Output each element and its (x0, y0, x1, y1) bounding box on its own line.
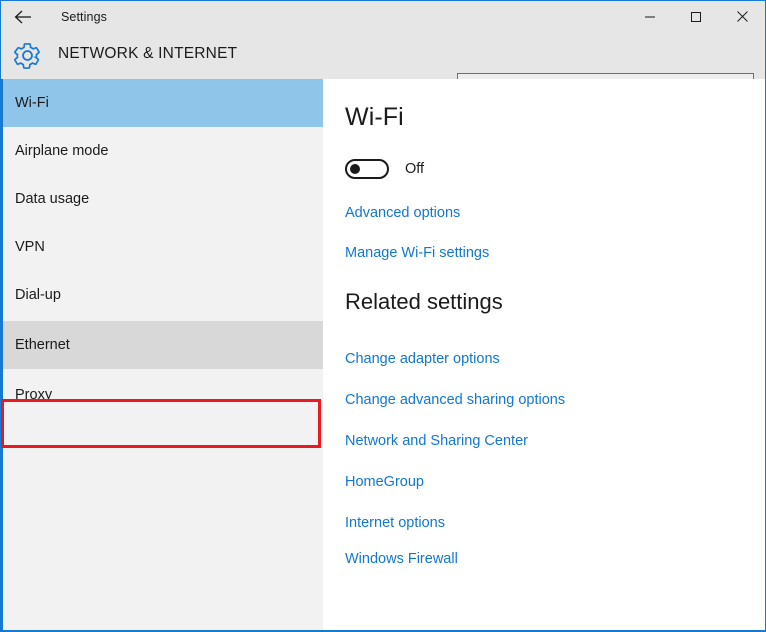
page-title: NETWORK & INTERNET (58, 45, 237, 63)
link-manage-wifi-settings[interactable]: Manage Wi-Fi settings (345, 245, 489, 261)
sidebar-item-data-usage[interactable]: Data usage (3, 175, 323, 223)
sidebar-item-label: VPN (15, 239, 45, 255)
content-area: Wi-Fi Airplane mode Data usage VPN Dial-… (1, 79, 765, 631)
sidebar-item-label: Dial-up (15, 287, 61, 303)
sidebar-item-proxy[interactable]: Proxy (3, 371, 323, 419)
link-windows-firewall[interactable]: Windows Firewall (345, 551, 458, 567)
wifi-toggle-switch[interactable] (345, 159, 389, 179)
wifi-toggle-state: Off (405, 161, 424, 177)
maximize-button[interactable] (673, 1, 719, 32)
gear-icon (13, 41, 42, 70)
sidebar-item-label: Ethernet (15, 337, 70, 353)
sidebar-item-vpn[interactable]: VPN (3, 223, 323, 271)
link-homegroup[interactable]: HomeGroup (345, 474, 424, 490)
wifi-toggle-row: Off (345, 159, 424, 179)
back-arrow-icon (14, 10, 33, 24)
pane-title: Wi-Fi (345, 103, 404, 132)
sidebar-item-airplane-mode[interactable]: Airplane mode (3, 127, 323, 175)
sidebar-item-label: Data usage (15, 191, 89, 207)
link-advanced-options[interactable]: Advanced options (345, 205, 460, 221)
window-title: Settings (61, 10, 107, 24)
settings-detail-pane: Wi-Fi Off Advanced options Manage Wi-Fi … (323, 79, 765, 631)
toggle-knob (350, 164, 360, 174)
link-network-and-sharing-center[interactable]: Network and Sharing Center (345, 433, 528, 449)
sidebar-item-label: Airplane mode (15, 143, 109, 159)
window-controls (627, 1, 765, 32)
related-settings-heading: Related settings (345, 289, 503, 315)
sidebar-item-label: Wi-Fi (15, 95, 49, 111)
link-change-advanced-sharing-options[interactable]: Change advanced sharing options (345, 392, 565, 408)
back-button[interactable] (1, 1, 45, 32)
maximize-icon (690, 11, 702, 23)
sidebar-item-label: Proxy (15, 387, 52, 403)
sidebar-item-wi-fi[interactable]: Wi-Fi (3, 79, 323, 127)
category-header-bar: NETWORK & INTERNET (1, 32, 765, 79)
settings-window: Settings (0, 0, 766, 632)
close-icon (736, 10, 749, 23)
link-change-adapter-options[interactable]: Change adapter options (345, 351, 500, 367)
close-button[interactable] (719, 1, 765, 32)
title-bar: Settings (1, 1, 765, 32)
settings-sidebar: Wi-Fi Airplane mode Data usage VPN Dial-… (3, 79, 323, 631)
sidebar-item-dial-up[interactable]: Dial-up (3, 271, 323, 319)
link-internet-options[interactable]: Internet options (345, 515, 445, 531)
minimize-icon (644, 11, 656, 23)
window-bottom-border (1, 630, 765, 631)
sidebar-item-ethernet[interactable]: Ethernet (3, 321, 323, 369)
minimize-button[interactable] (627, 1, 673, 32)
